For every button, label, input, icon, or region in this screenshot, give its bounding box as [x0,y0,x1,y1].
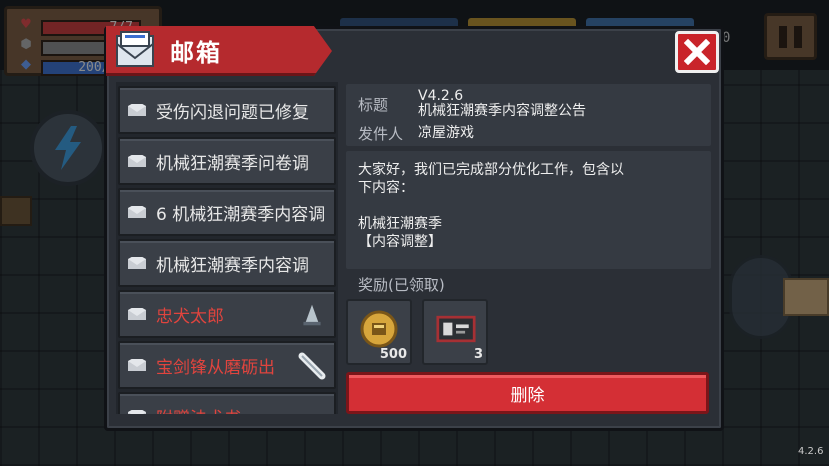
delete-button[interactable]: 删除 [346,372,709,414]
mail-sender: 凉屋游戏 [418,125,474,141]
ticket-card-icon [436,315,476,343]
mail-body: 大家好，我们已完成部分优化工作，包含以 下内容： 机械狂潮赛季 【内容调整】 [346,151,711,269]
close-icon [684,39,710,65]
sender-label: 发件人 [358,125,404,143]
gold-coin-icon [360,310,398,348]
mail-item-title: 宝剑锋从磨砺出 [156,357,275,378]
envelope-icon [128,155,146,167]
version-label: 4.2.6 [798,446,824,457]
reward-slot: 3 [422,299,488,365]
mail-subject: 机械狂潮赛季内容调整公告 [418,103,586,119]
mail-item-title: 附赠法术书 [156,404,241,415]
mail-item-title: 忠犬太郎 [156,306,224,327]
mail-title: 邮箱 [170,39,222,67]
mail-item[interactable]: 机械狂潮赛季问卷调 [118,137,336,185]
mail-item-title: 机械狂潮赛季问卷调 [156,153,309,174]
mail-list[interactable]: 受伤闪退问题已修复 机械狂潮赛季问卷调 6 机械狂潮赛季内容调 机械狂潮赛季内容… [116,82,338,414]
envelope-icon [128,308,146,320]
mail-version: V4.2.6 [418,88,464,104]
pet-dog-icon [298,301,326,329]
mail-item[interactable]: 受伤闪退问题已修复 [118,86,336,134]
close-button[interactable] [675,31,719,73]
reward-slot: 500 [346,299,412,365]
envelope-icon [128,104,146,116]
title-label: 标题 [358,96,389,114]
reward-count: 3 [473,347,483,362]
mail-detail-header: 标题 V4.2.6 机械狂潮赛季内容调整公告 发件人 凉屋游戏 [346,84,711,146]
mail-item[interactable]: 6 机械狂潮赛季内容调 [118,188,336,236]
envelope-icon [128,206,146,218]
envelope-icon [128,257,146,269]
mail-item-selected[interactable]: 机械狂潮赛季内容调 [118,239,336,287]
sword-icon [298,352,326,380]
envelope-icon [128,359,146,371]
reward-count: 500 [379,347,407,362]
mail-item[interactable]: 附赠法术书 [118,392,336,414]
envelope-icon [128,410,146,414]
mail-icon [116,31,154,67]
mail-item-title: 6 机械狂潮赛季内容调 [156,204,326,225]
mail-item-title: 机械狂潮赛季内容调 [156,255,309,276]
mail-item-title: 受伤闪退问题已修复 [156,102,309,123]
reward-label: 奖励(已领取) [358,276,445,294]
mail-item[interactable]: 宝剑锋从磨砺出 [118,341,336,389]
mail-item[interactable]: 忠犬太郎 [118,290,336,338]
